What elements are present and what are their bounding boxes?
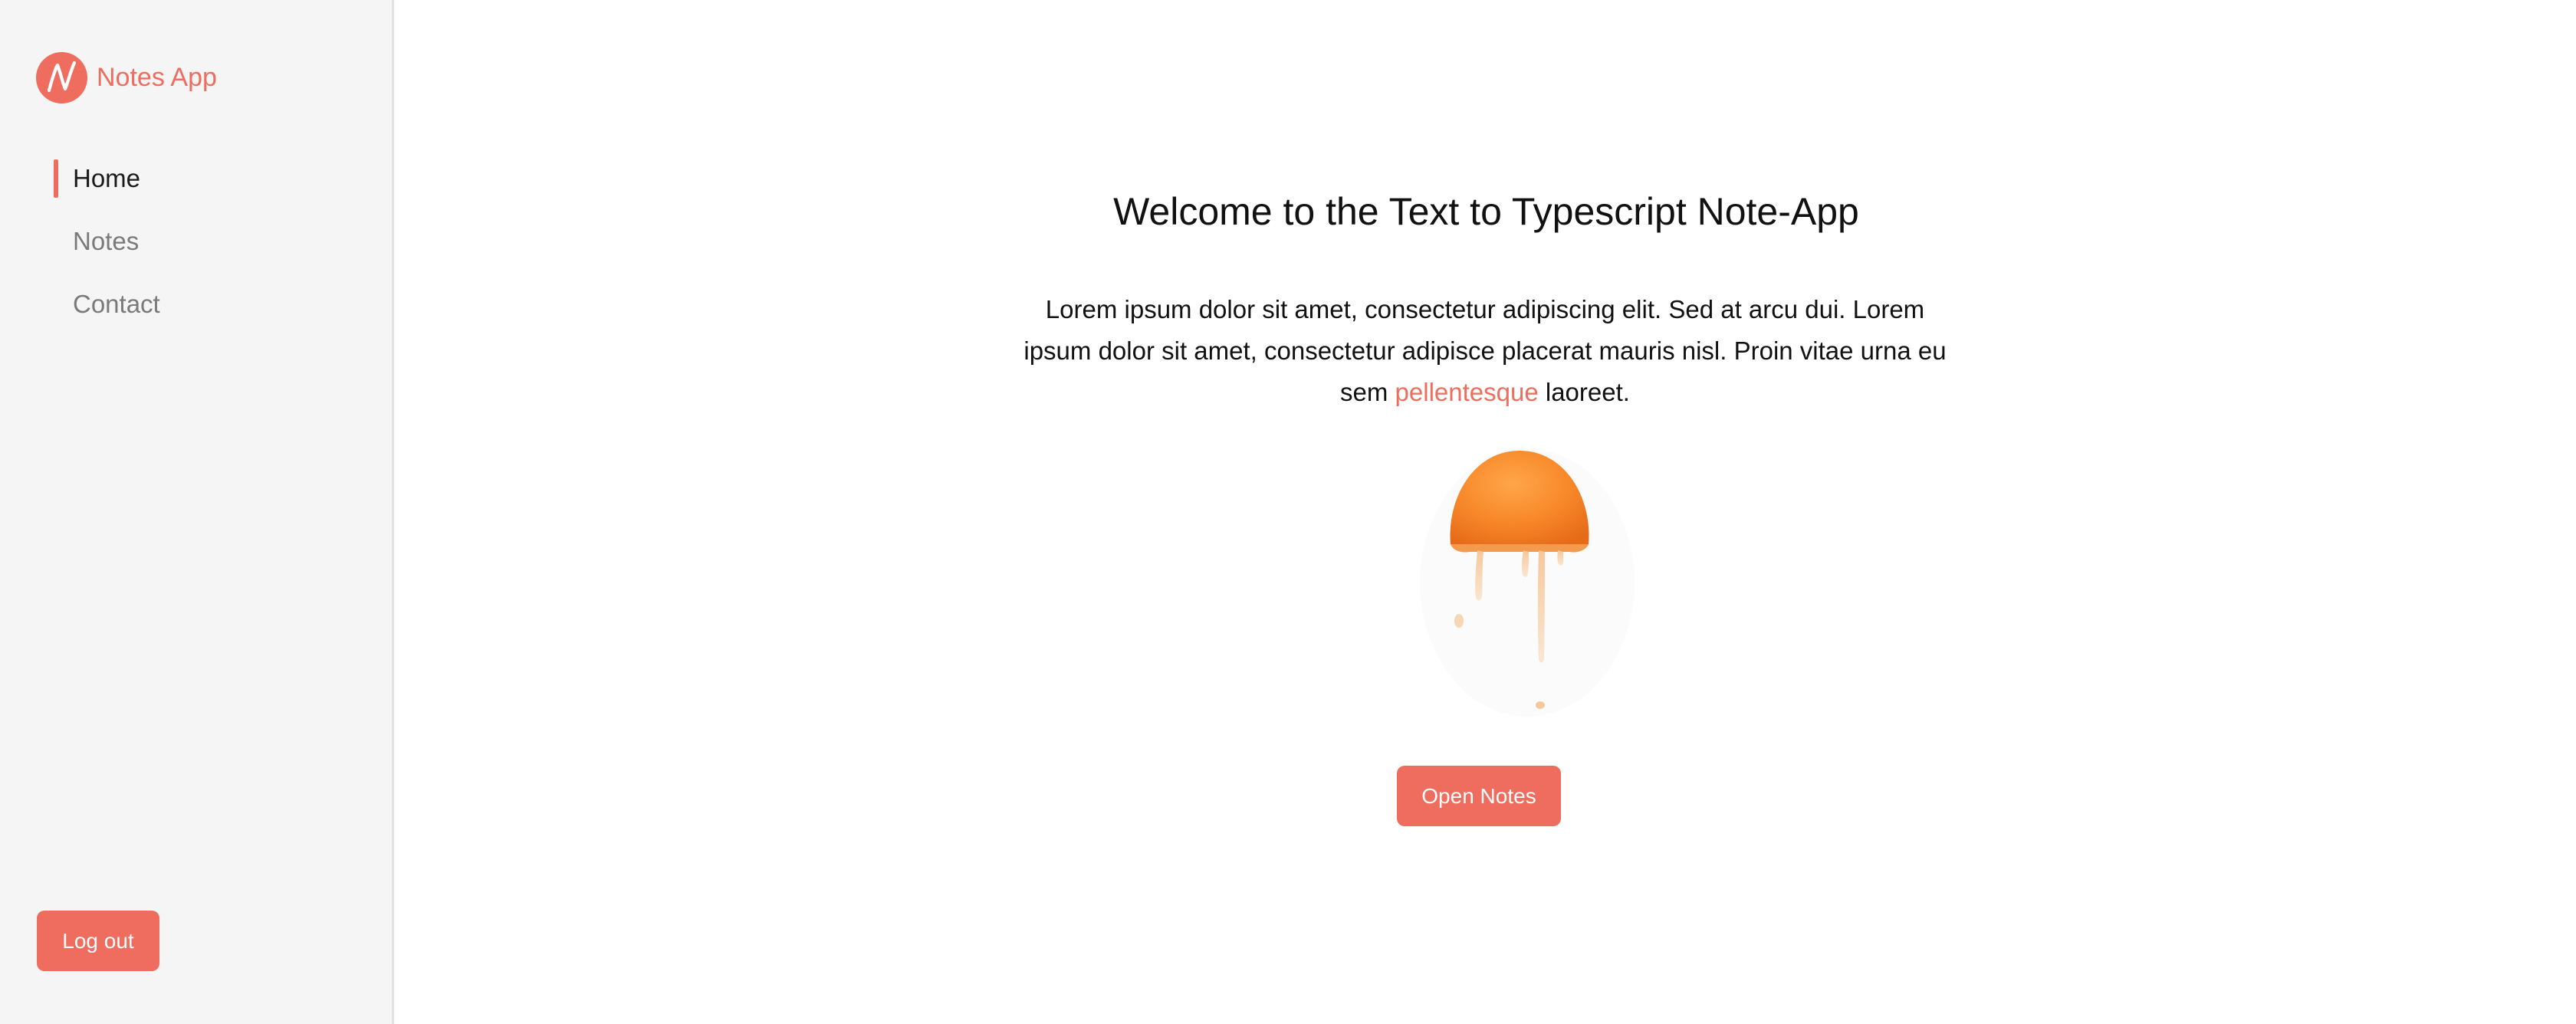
brand[interactable]: Notes App xyxy=(36,52,217,103)
open-notes-button[interactable]: Open Notes xyxy=(1397,766,1561,826)
app-root: Notes App Home Notes Contact Log out Wel… xyxy=(0,0,2576,1024)
brand-name: Notes App xyxy=(97,63,217,92)
intro-link[interactable]: pellentesque xyxy=(1395,378,1539,406)
main-content: Welcome to the Text to Typescript Note-A… xyxy=(396,0,2576,1024)
sidebar: Notes App Home Notes Contact Log out xyxy=(0,0,394,1024)
dripping-orange-image xyxy=(1370,437,1707,728)
sidebar-item-home[interactable]: Home xyxy=(54,157,160,200)
sidebar-nav: Home Notes Contact xyxy=(54,157,160,346)
logout-button[interactable]: Log out xyxy=(37,911,159,971)
intro-paragraph: Lorem ipsum dolor sit amet, consectetur … xyxy=(1010,289,1960,413)
sidebar-item-notes[interactable]: Notes xyxy=(54,220,160,263)
notes-logo-icon xyxy=(36,52,87,103)
intro-text-end: laoreet. xyxy=(1538,378,1630,406)
page-title: Welcome to the Text to Typescript Note-A… xyxy=(1113,190,1859,233)
sidebar-item-contact[interactable]: Contact xyxy=(54,283,160,326)
